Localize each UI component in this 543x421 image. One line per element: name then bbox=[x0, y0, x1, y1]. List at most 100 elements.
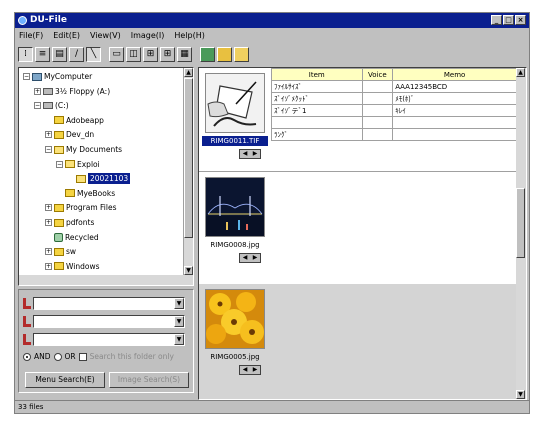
file-entry[interactable]: RIMG0005.jpg ◀ ▶ bbox=[199, 284, 517, 399]
view-list-button[interactable]: ≡ bbox=[35, 46, 50, 62]
thumbnail-image[interactable] bbox=[205, 289, 265, 349]
search-field-3[interactable]: ▼ bbox=[33, 332, 185, 346]
chevron-down-icon[interactable]: ▼ bbox=[174, 297, 184, 309]
chevron-down-icon[interactable]: ▼ bbox=[174, 315, 184, 327]
tree-item[interactable]: − MyComputer bbox=[23, 71, 92, 82]
expand-icon[interactable]: + bbox=[45, 248, 52, 256]
tree-item[interactable]: − (C:) bbox=[34, 100, 69, 111]
layout-1-button[interactable]: ▭ bbox=[109, 46, 124, 62]
image-tool-button[interactable] bbox=[200, 46, 215, 62]
cell-voice[interactable] bbox=[361, 80, 394, 93]
scroll-thumb[interactable] bbox=[184, 78, 193, 238]
file-entry[interactable]: RIMG0008.jpg ◀ ▶ bbox=[199, 171, 517, 282]
tree-item[interactable]: + pdfonts bbox=[45, 217, 94, 228]
collapse-icon[interactable]: − bbox=[34, 102, 41, 110]
view-detail-button[interactable]: ▤ bbox=[52, 46, 67, 62]
flowers-image bbox=[206, 290, 264, 348]
folder-tree[interactable]: − MyComputer +3½ Floppy (A:) − (C:) Adobeapp +… bbox=[18, 67, 194, 286]
tree-item[interactable]: 20021103 bbox=[67, 173, 131, 185]
scroll-down-icon[interactable]: ▼ bbox=[184, 266, 193, 275]
file-name[interactable]: RIMG0011.TIF bbox=[202, 136, 268, 146]
chevron-down-icon[interactable]: ▼ bbox=[174, 333, 184, 345]
cell-memo[interactable]: ﾒﾓ(ﾎ)ﾞ bbox=[392, 92, 517, 105]
folder-only-checkbox[interactable] bbox=[78, 352, 87, 361]
layout-grid-button[interactable]: ▦ bbox=[177, 46, 192, 62]
page-nav[interactable]: ◀ ▶ bbox=[239, 149, 261, 159]
or-label: OR bbox=[64, 352, 76, 361]
cell-voice[interactable] bbox=[361, 116, 394, 129]
menu-search-button[interactable]: Menu Search(E) bbox=[25, 372, 105, 388]
tree-item[interactable]: − My Documents bbox=[45, 144, 122, 155]
expand-icon[interactable]: + bbox=[34, 87, 41, 95]
folder-tool-button[interactable] bbox=[234, 46, 249, 62]
file-name[interactable]: RIMG0008.jpg bbox=[202, 240, 268, 250]
cell-voice[interactable] bbox=[361, 104, 394, 117]
cell-item[interactable]: ｽﾞｲｿﾞテﾞ1 bbox=[271, 104, 363, 117]
maximize-button[interactable]: □ bbox=[503, 15, 514, 25]
search-row-3: ▼ bbox=[23, 332, 185, 346]
cell-memo[interactable]: ｷﾚｲ bbox=[392, 104, 517, 117]
layout-3-button[interactable]: ⊞ bbox=[143, 46, 158, 62]
scroll-thumb[interactable] bbox=[516, 188, 525, 258]
col-item[interactable]: Item bbox=[271, 68, 363, 81]
tree-item[interactable]: + sw bbox=[45, 246, 76, 257]
menu-view[interactable]: View(V) bbox=[90, 29, 121, 42]
scroll-up-icon[interactable]: ▲ bbox=[184, 68, 193, 77]
pen-tool-button[interactable]: ∕ bbox=[69, 46, 84, 62]
cell-item[interactable]: ﾗﾝｸﾞ bbox=[271, 128, 363, 141]
cell-item[interactable] bbox=[271, 116, 363, 129]
cell-item[interactable]: ｽﾞｲｿﾞﾒｸｯﾄﾞ bbox=[271, 92, 363, 105]
page-nav[interactable]: ◀ ▶ bbox=[239, 253, 261, 263]
expand-icon[interactable]: + bbox=[45, 131, 52, 139]
cell-memo[interactable] bbox=[392, 128, 517, 141]
page-nav[interactable]: ◀ ▶ bbox=[239, 365, 261, 375]
menu-image[interactable]: Image(I) bbox=[131, 29, 165, 42]
tree-item[interactable]: Recycled bbox=[45, 232, 99, 243]
col-memo[interactable]: Memo bbox=[392, 68, 517, 81]
file-pane-scrollbar[interactable]: ▲ ▼ bbox=[516, 68, 526, 399]
layout-2-button[interactable]: ◫ bbox=[126, 46, 141, 62]
line-tool-button[interactable]: ╲ bbox=[86, 46, 101, 62]
collapse-icon[interactable]: − bbox=[45, 146, 52, 153]
title-bar[interactable]: DU-File _ □ × bbox=[15, 13, 529, 28]
and-radio[interactable] bbox=[23, 352, 31, 361]
menu-file[interactable]: File(F) bbox=[19, 29, 43, 42]
thumbnail-image[interactable] bbox=[205, 73, 265, 133]
layout-4-button[interactable]: ⊞ bbox=[160, 46, 175, 62]
tree-horizontal-scrollbar[interactable] bbox=[19, 275, 193, 285]
cell-item[interactable]: ﾌｧｲﾙｻｲｽﾞ bbox=[271, 80, 363, 93]
tree-item[interactable]: Adobeapp bbox=[45, 115, 104, 126]
file-name[interactable]: RIMG0005.jpg bbox=[202, 352, 268, 362]
tree-item[interactable]: + Program Files bbox=[45, 202, 117, 213]
cell-memo[interactable]: AAA12345BCD bbox=[392, 80, 517, 93]
menu-help[interactable]: Help(H) bbox=[174, 29, 205, 42]
close-button[interactable]: × bbox=[515, 15, 526, 25]
tree-vertical-scrollbar[interactable]: ▲ ▼ bbox=[183, 68, 193, 285]
menu-edit[interactable]: Edit(E) bbox=[53, 29, 80, 42]
tree-item[interactable]: + Windows bbox=[45, 261, 99, 272]
or-radio[interactable] bbox=[53, 352, 62, 361]
col-voice[interactable]: Voice bbox=[361, 68, 394, 81]
file-entry[interactable]: RIMG0011.TIF ◀ ▶ Item Voice Memo ﾌｧｲﾙｻｲｽﾞ… bbox=[199, 68, 517, 167]
cell-voice[interactable] bbox=[361, 92, 394, 105]
expand-icon[interactable]: + bbox=[45, 219, 52, 226]
scroll-down-icon[interactable]: ▼ bbox=[516, 390, 525, 399]
thumbnail-image[interactable] bbox=[205, 177, 265, 237]
tree-item[interactable]: MyeBooks bbox=[56, 188, 115, 199]
expand-icon[interactable]: + bbox=[45, 204, 52, 212]
cell-voice[interactable] bbox=[361, 128, 394, 141]
minimize-button[interactable]: _ bbox=[491, 15, 502, 25]
search-field-1[interactable]: ▼ bbox=[33, 296, 185, 310]
view-tree-button[interactable]: ⁞ bbox=[18, 46, 33, 62]
tree-item[interactable]: +3½ Floppy (A:) bbox=[34, 86, 110, 97]
collapse-icon[interactable]: − bbox=[23, 73, 30, 80]
collapse-icon[interactable]: − bbox=[56, 160, 63, 168]
expand-icon[interactable]: + bbox=[45, 262, 52, 270]
tree-item[interactable]: − Exploi bbox=[56, 159, 100, 170]
tree-item[interactable]: + Dev_dn bbox=[45, 129, 94, 140]
search-field-2[interactable]: ▼ bbox=[33, 314, 185, 328]
scroll-up-icon[interactable]: ▲ bbox=[516, 68, 525, 77]
cell-memo[interactable] bbox=[392, 116, 517, 129]
image-search-button[interactable]: Image Search(S) bbox=[109, 372, 189, 388]
search-tool-button[interactable] bbox=[217, 46, 232, 62]
